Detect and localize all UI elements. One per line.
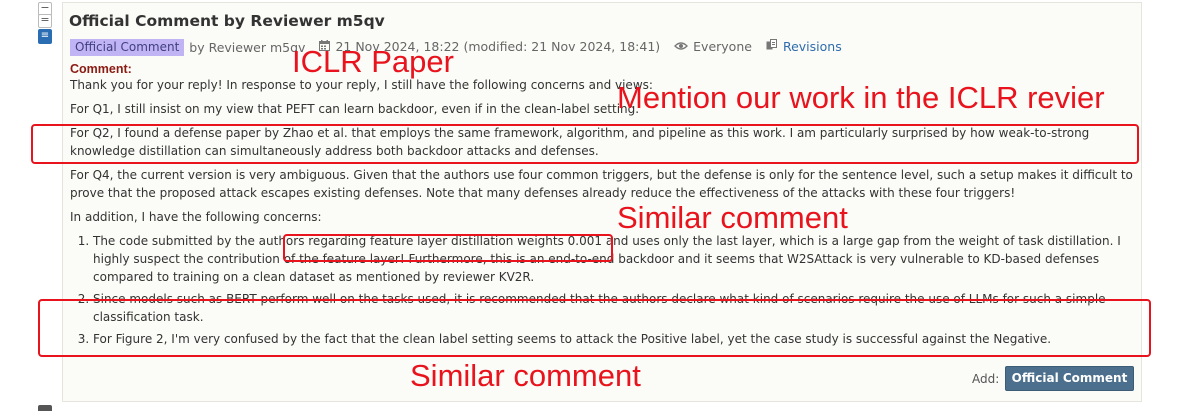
paragraph: In addition, I have the following concer… bbox=[70, 210, 322, 224]
annotation-box-distillation bbox=[283, 234, 613, 262]
invitation-badge: Official Comment bbox=[70, 38, 185, 56]
add-official-comment-button[interactable]: Official Comment bbox=[1005, 366, 1134, 391]
annotation-box-concerns bbox=[38, 299, 1151, 357]
revisions-icon bbox=[766, 39, 778, 55]
next-note-control[interactable] bbox=[38, 405, 52, 411]
annotation-similar-2: Similar comment bbox=[410, 358, 641, 393]
eye-icon bbox=[674, 40, 689, 55]
revisions-group[interactable]: Revisions bbox=[766, 39, 842, 55]
annotation-mention: Mention our work in the ICLR revier bbox=[617, 80, 1105, 115]
annotation-iclr-paper: ICLR Paper bbox=[292, 44, 454, 79]
collapse-button[interactable]: = bbox=[38, 14, 52, 28]
full-view-button[interactable]: ≡ bbox=[38, 29, 52, 44]
list-item: The code submitted by the authors regard… bbox=[93, 232, 1140, 286]
note-meta: Official Comment by Reviewer m5qv 21 Nov… bbox=[70, 38, 842, 56]
add-label: Add: bbox=[972, 372, 1000, 386]
readers-group: Everyone bbox=[674, 39, 752, 55]
annotation-box-q2 bbox=[31, 124, 1139, 164]
annotation-similar-1: Similar comment bbox=[617, 200, 848, 235]
note-readers: Everyone bbox=[693, 39, 752, 54]
comment-field-label: Comment: bbox=[70, 62, 132, 76]
revisions-link[interactable]: Revisions bbox=[783, 39, 842, 54]
signature: by Reviewer m5qv bbox=[189, 39, 306, 55]
note-title: Official Comment by Reviewer m5qv bbox=[69, 12, 385, 30]
paragraph: For Q4, the current version is very ambi… bbox=[70, 168, 1133, 200]
